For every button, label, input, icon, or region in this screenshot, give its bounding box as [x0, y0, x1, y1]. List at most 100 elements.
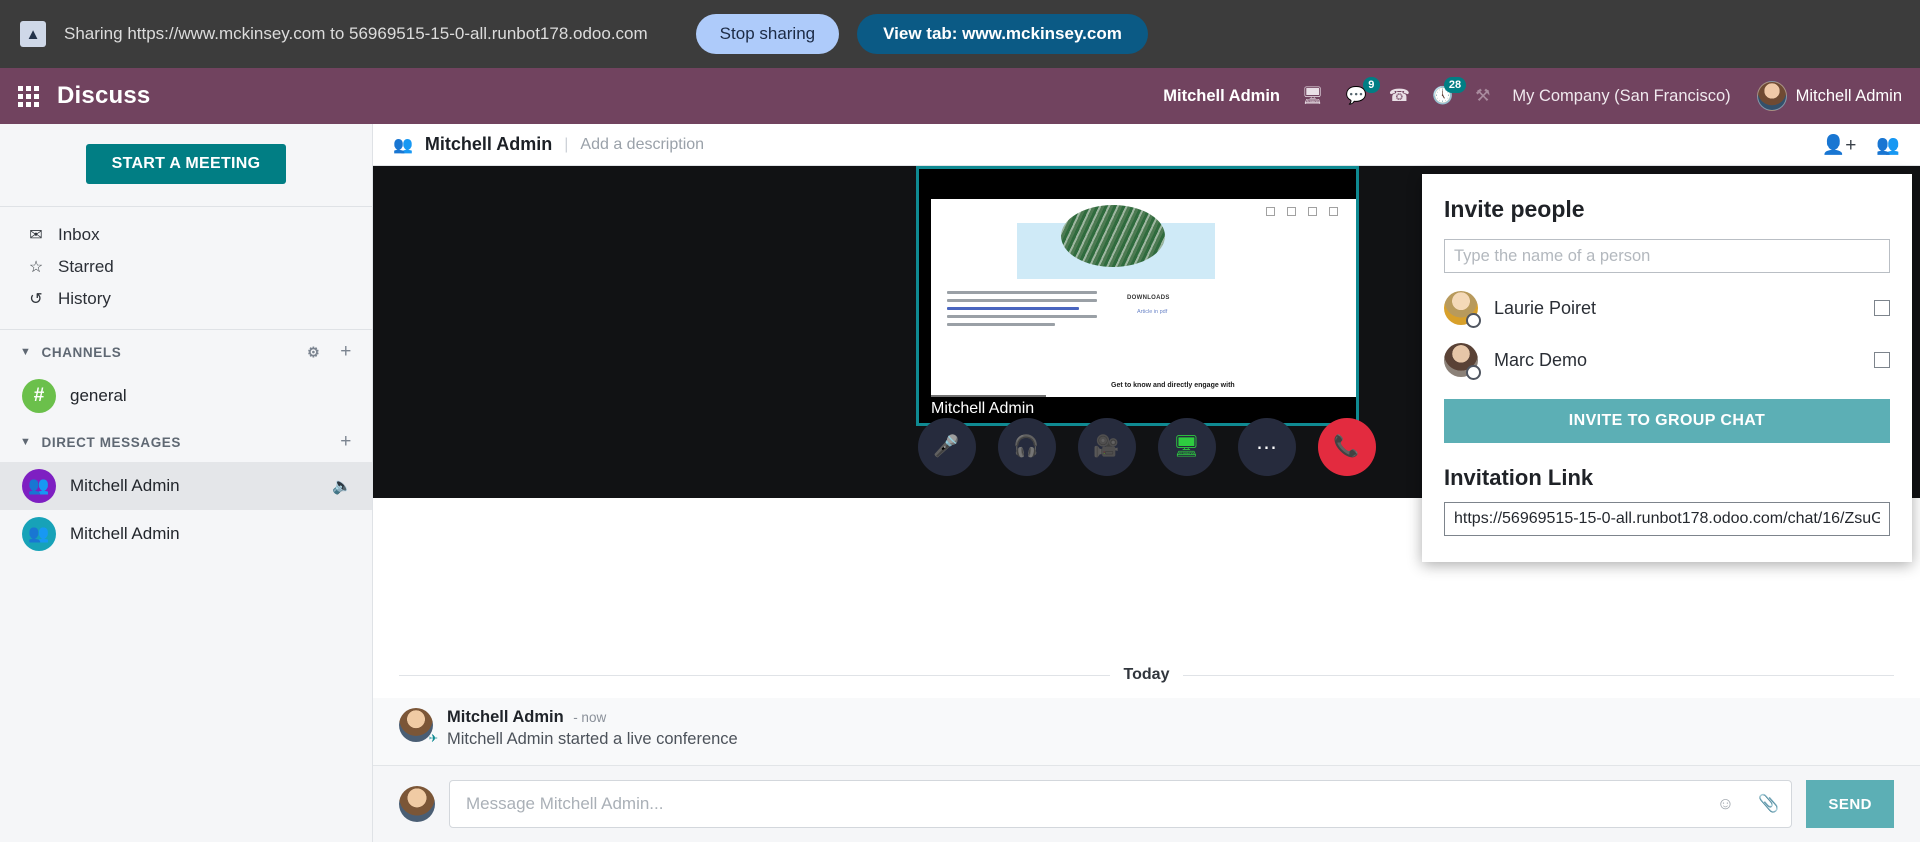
invite-search-input[interactable]: [1444, 239, 1890, 273]
user-menu-label: Mitchell Admin: [1795, 86, 1902, 105]
sidebar-item-dm-1[interactable]: 👥 Mitchell Admin 🔈: [0, 462, 372, 510]
headphone-button[interactable]: 🎧: [997, 418, 1056, 476]
sidebar-item-inbox[interactable]: ✉ Inbox: [0, 219, 372, 251]
messages-count-badge: 9: [1362, 77, 1380, 93]
thread-title: Mitchell Admin: [424, 134, 553, 154]
monitor-icon[interactable]: 🖥: [1302, 86, 1324, 106]
start-meeting-button[interactable]: START A MEETING: [85, 144, 287, 184]
message-input[interactable]: [450, 794, 1705, 814]
app-navbar: Discuss Mitchell Admin 🖥 💬 9 ☎ 🕔 28 ⚒ My…: [0, 68, 1920, 124]
channels-header-label: CHANNELS: [41, 344, 122, 360]
direct-messages-header-label: DIRECT MESSAGES: [41, 434, 182, 450]
avatar: ✈: [399, 708, 438, 745]
members-icon[interactable]: 👥: [1876, 133, 1900, 157]
activities-count-badge: 28: [1443, 77, 1467, 93]
dm-label: Mitchell Admin: [70, 476, 180, 495]
thread-header: 👥 Mitchell Admin | Add a description 👤+ …: [373, 124, 1920, 166]
stop-sharing-button[interactable]: Stop sharing: [695, 14, 840, 54]
wrench-icon[interactable]: ⚒: [1475, 86, 1490, 106]
page-title: Discuss: [57, 82, 151, 109]
clock-icon[interactable]: 🕔 28: [1432, 77, 1467, 106]
channels-header[interactable]: ▼ CHANNELS ⚙ +: [0, 330, 372, 372]
direct-messages-header[interactable]: ▼ DIRECT MESSAGES +: [0, 420, 372, 462]
phone-icon[interactable]: ☎: [1389, 86, 1410, 106]
sidebar: START A MEETING ✉ Inbox ☆ Starred ↺ Hist…: [0, 124, 373, 842]
invitation-link-label: Invitation Link: [1444, 465, 1594, 490]
sidebar-item-label: Starred: [58, 257, 114, 276]
apps-grid-icon[interactable]: [18, 85, 39, 107]
message-timestamp: - now: [573, 710, 607, 725]
sidebar-item-label: Inbox: [58, 225, 100, 244]
message-body: Mitchell Admin started a live conference: [447, 730, 738, 748]
more-options-button[interactable]: ⋯: [1237, 418, 1296, 476]
user-menu[interactable]: Mitchell Admin: [1756, 81, 1902, 111]
mailbox-list: ✉ Inbox ☆ Starred ↺ History: [0, 207, 372, 329]
send-button[interactable]: SEND: [1806, 780, 1894, 828]
chat-bubble-icon[interactable]: 💬 9: [1346, 77, 1380, 106]
screen-share-bar: ▲ Sharing https://www.mckinsey.com to 56…: [0, 0, 1920, 68]
microphone-button[interactable]: 🎤: [917, 418, 976, 476]
people-group-icon: 👥: [393, 136, 413, 154]
list-item: ✈ Mitchell Admin - now Mitchell Admin st…: [373, 698, 1920, 765]
sidebar-item-general[interactable]: # general: [0, 372, 372, 420]
invite-people-popover: Invite people Laurie Poiret Marc Demo IN…: [1422, 174, 1912, 562]
thread-description-input[interactable]: Add a description: [580, 136, 704, 154]
plus-icon[interactable]: +: [340, 431, 352, 453]
call-participant-tile[interactable]: DOWNLOADS Article in pdf Get to know and…: [916, 166, 1359, 426]
sidebar-item-dm-2[interactable]: 👥 Mitchell Admin: [0, 510, 372, 558]
person-name: Laurie Poiret: [1494, 297, 1597, 318]
group-avatar-purple: 👥: [22, 469, 56, 503]
main-panel: 👥 Mitchell Admin | Add a description 👤+ …: [373, 124, 1920, 842]
camera-button[interactable]: 🎥: [1077, 418, 1136, 476]
star-icon: ☆: [28, 259, 44, 276]
sidebar-item-history[interactable]: ↺ History: [0, 283, 372, 315]
doc-toolbar-icons: [1266, 207, 1338, 216]
marc-avatar: [1444, 343, 1481, 380]
sidebar-item-starred[interactable]: ☆ Starred: [0, 251, 372, 283]
emoji-icon[interactable]: ☺: [1705, 794, 1746, 814]
list-item[interactable]: Laurie Poiret: [1444, 291, 1890, 328]
chevron-down-icon: ▼: [20, 436, 32, 448]
person-checkbox[interactable]: [1874, 352, 1890, 368]
volume-mute-icon[interactable]: 🔈: [332, 476, 352, 496]
doc-engage-label: Get to know and directly engage with: [1111, 382, 1235, 389]
message-composer: ☺ 📎 SEND: [373, 765, 1920, 842]
chevron-down-icon: ▼: [20, 346, 32, 358]
sidebar-item-label: History: [58, 289, 111, 308]
avatar: [399, 786, 435, 822]
invite-popover-title: Invite people: [1444, 196, 1585, 222]
invite-to-group-chat-button[interactable]: INVITE TO GROUP CHAT: [1444, 399, 1890, 443]
gear-icon[interactable]: ⚙: [307, 344, 320, 361]
doc-text-lines: [947, 291, 1097, 331]
day-separator: Today: [373, 666, 1920, 684]
separator: |: [564, 135, 569, 153]
paperclip-icon[interactable]: 📎: [1746, 794, 1791, 814]
status-badge: [1466, 365, 1481, 380]
hangup-button[interactable]: 📞: [1317, 418, 1376, 476]
dm-label: Mitchell Admin: [70, 524, 180, 543]
share-screen-icon: ▲: [20, 21, 46, 47]
add-user-icon[interactable]: 👤+: [1822, 133, 1857, 157]
person-checkbox[interactable]: [1874, 300, 1890, 316]
history-icon: ↺: [29, 291, 43, 308]
hash-avatar: #: [22, 379, 56, 413]
status-badge: [1466, 313, 1481, 328]
list-item[interactable]: Marc Demo: [1444, 343, 1890, 380]
laurie-avatar: [1444, 291, 1481, 328]
company-selector[interactable]: My Company (San Francisco): [1512, 87, 1730, 106]
person-name: Marc Demo: [1494, 349, 1588, 370]
doc-coil-graphic: [1061, 205, 1165, 267]
message-author: Mitchell Admin: [447, 708, 564, 726]
channel-label: general: [70, 386, 127, 405]
headphone-icon: 🎧: [1013, 435, 1040, 458]
microphone-icon: 🎤: [933, 435, 960, 458]
doc-downloads-link: Article in pdf: [1137, 309, 1168, 315]
shared-screen-content: DOWNLOADS Article in pdf Get to know and…: [931, 199, 1356, 397]
invitation-link-input[interactable]: [1444, 502, 1890, 536]
view-tab-button[interactable]: View tab: www.mckinsey.com: [857, 14, 1148, 54]
screen-share-button[interactable]: 🖥: [1157, 418, 1216, 476]
share-status-text: Sharing https://www.mckinsey.com to 5696…: [64, 24, 648, 43]
plus-icon[interactable]: +: [340, 341, 352, 363]
monitor-screen-icon: 🖥: [1173, 435, 1200, 458]
avatar: [1756, 81, 1787, 111]
